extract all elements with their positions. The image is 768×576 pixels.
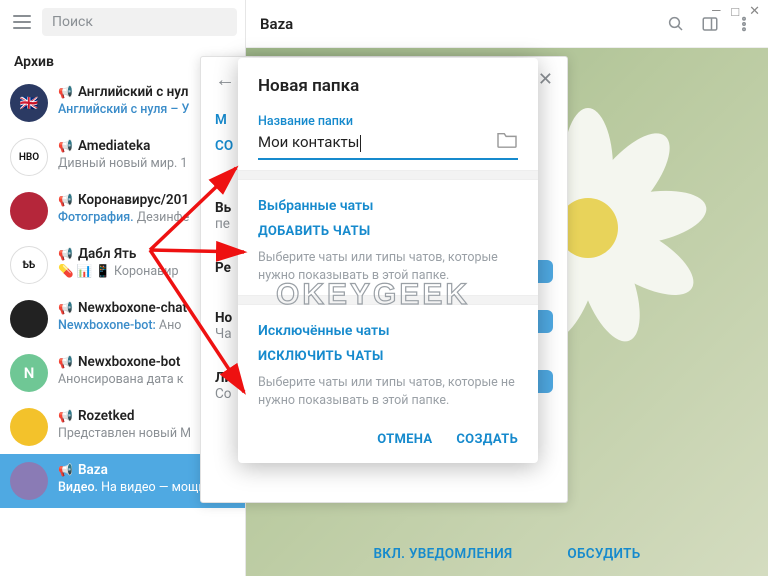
chat-name: Amediateka [78, 138, 150, 154]
channel-icon: 📢 [58, 247, 73, 261]
avatar [10, 192, 48, 230]
discuss-button[interactable]: ОБСУДИТЬ [567, 546, 640, 562]
conversation-title: Baza [260, 15, 652, 33]
avatar [10, 462, 48, 500]
excluded-chats-desc: Выберите чаты или типы чатов, которые не… [258, 374, 518, 410]
channel-icon: 📢 [58, 139, 73, 153]
notifications-button[interactable]: ВКЛ. УВЕДОМЛЕНИЯ [373, 546, 512, 562]
excluded-chats-title: Исключённые чаты [258, 323, 518, 339]
channel-icon: 📢 [58, 193, 73, 207]
chat-name: Английский с нул [78, 84, 188, 100]
avatar: HBO [10, 138, 48, 176]
cancel-button[interactable]: ОТМЕНА [377, 432, 432, 447]
channel-icon: 📢 [58, 409, 73, 423]
channel-icon: 📢 [58, 463, 73, 477]
avatar: ѢѢ [10, 246, 48, 284]
search-input[interactable]: Поиск [42, 8, 237, 36]
folder-name-input[interactable]: Мои контакты [258, 131, 488, 154]
chat-name: Newxboxone-bot [78, 354, 181, 370]
folder-name-label: Название папки [258, 114, 518, 129]
avatar [10, 300, 48, 338]
included-chats-title: Выбранные чаты [258, 198, 518, 214]
conversation-header: Baza [246, 0, 768, 48]
create-button[interactable]: СОЗДАТЬ [456, 432, 518, 447]
search-icon[interactable] [666, 14, 686, 34]
channel-icon: 📢 [58, 301, 73, 315]
menu-button[interactable] [10, 10, 34, 34]
included-chats-desc: Выберите чаты или типы чатов, которые ну… [258, 249, 518, 285]
folder-icon[interactable] [496, 131, 518, 153]
new-folder-modal: Новая папка Название папки Мои контакты … [238, 58, 538, 463]
back-icon[interactable]: ← [215, 67, 235, 92]
channel-icon: 📢 [58, 85, 73, 99]
add-chats-button[interactable]: ДОБАВИТЬ ЧАТЫ [258, 224, 518, 239]
close-window-button[interactable]: ✕ [749, 4, 760, 20]
channel-icon: 📢 [58, 355, 73, 369]
avatar [10, 408, 48, 446]
chat-name: Newxboxone-chat [78, 300, 187, 316]
window-controls: — □ ✕ [711, 4, 760, 20]
minimize-button[interactable]: — [711, 4, 721, 20]
avatar: N [10, 354, 48, 392]
chat-name: Дабл Ять [78, 246, 136, 262]
maximize-button[interactable]: □ [731, 4, 739, 20]
chat-name: Rozetked [78, 408, 135, 424]
exclude-chats-button[interactable]: ИСКЛЮЧИТЬ ЧАТЫ [258, 349, 518, 364]
modal-title: Новая папка [258, 76, 518, 96]
chat-name: Коронавирус/201 [78, 192, 189, 208]
avatar: 🇬🇧 [10, 84, 48, 122]
chat-name: Baza [78, 462, 108, 478]
close-icon[interactable]: ✕ [538, 69, 553, 90]
